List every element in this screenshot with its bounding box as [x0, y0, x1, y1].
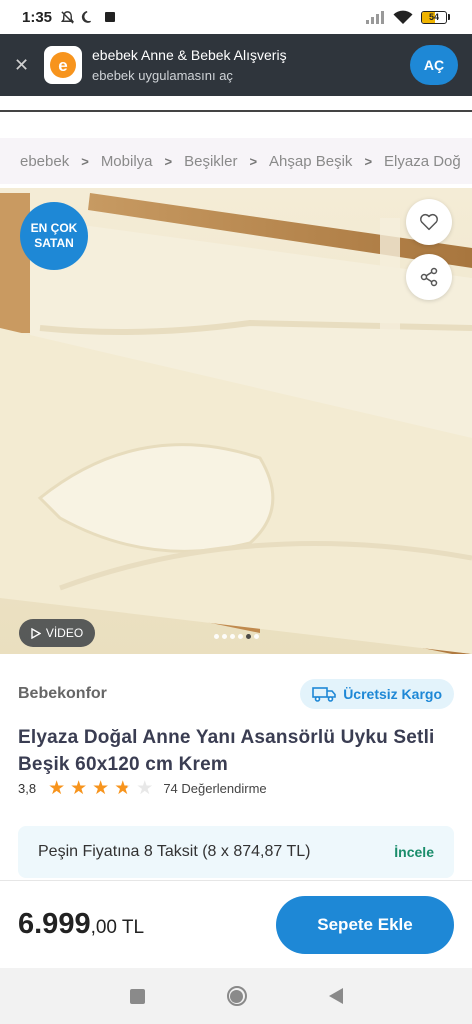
battery-level: 54 — [428, 11, 439, 22]
bell-off-icon — [60, 10, 75, 24]
ebebek-app-logo: e — [44, 46, 82, 84]
chevron-right-icon: > — [81, 153, 89, 169]
star-icon: ★ — [92, 778, 110, 799]
price-main: 6.999 — [18, 908, 91, 940]
free-shipping-label: Ücretsiz Kargo — [343, 686, 442, 702]
gallery-dot[interactable] — [221, 634, 227, 639]
add-to-cart-button[interactable]: Sepete Ekle — [276, 895, 454, 954]
wifi-icon — [393, 10, 413, 24]
gallery-dot[interactable] — [245, 634, 251, 639]
breadcrumb-item-besikler[interactable]: Beşikler — [184, 153, 237, 170]
rating-score: 3,8 — [18, 781, 37, 796]
truck-icon — [312, 687, 336, 702]
open-app-button[interactable]: AÇ — [410, 45, 458, 85]
gallery-dot[interactable] — [253, 634, 259, 639]
breadcrumb: ebebek > Mobilya > Beşikler > Ahşap Beşi… — [0, 138, 472, 184]
rating-stars: ★ ★ ★ ★ ★ — [48, 779, 153, 798]
status-bar: 1:35 54 — [0, 0, 472, 34]
review-count[interactable]: 74 Değerlendirme — [163, 781, 266, 796]
chevron-right-icon: > — [364, 153, 373, 169]
moon-icon — [81, 11, 92, 23]
rating-row[interactable]: 3,8 ★ ★ ★ ★ ★ 74 Değerlendirme — [18, 779, 267, 798]
favorite-button[interactable] — [406, 199, 452, 245]
badge-line1: EN ÇOK — [30, 221, 78, 235]
banner-title: ebebek Anne & Bebek Alışveriş — [92, 47, 287, 63]
brand-name[interactable]: Bebekonfor — [18, 685, 107, 703]
battery-icon: 54 — [421, 10, 450, 24]
app-install-banner: ✕ e ebebek Anne & Bebek Alışveriş ebebek… — [0, 34, 472, 96]
breadcrumb-item-current: Elyaza Doğ — [384, 152, 461, 170]
free-shipping-badge: Ücretsiz Kargo — [300, 679, 454, 709]
brand-row: Bebekonfor Ücretsiz Kargo — [18, 679, 454, 709]
star-icon: ★ — [48, 778, 66, 799]
banner-close-icon[interactable]: ✕ — [14, 55, 36, 76]
notification-square-icon — [105, 12, 116, 22]
signal-icon — [366, 11, 384, 24]
installment-text: Peşin Fiyatına 8 Taksit (8 x 874,87 TL) — [38, 843, 311, 860]
recent-apps-icon[interactable] — [129, 988, 145, 1004]
breadcrumb-item-mobilya[interactable]: Mobilya — [101, 153, 153, 170]
chevron-right-icon: > — [249, 153, 258, 169]
banner-subtitle: ebebek uygulamasını aç — [92, 68, 233, 83]
video-button[interactable]: VİDEO — [19, 619, 95, 647]
badge-line2: SATAN — [34, 236, 74, 250]
gallery-dot[interactable] — [213, 634, 219, 639]
chevron-right-icon: > — [164, 153, 173, 169]
share-icon — [420, 267, 438, 287]
product-price: 6.999,00 TL — [18, 908, 144, 941]
star-icon: ★ — [136, 778, 154, 799]
gallery-dot[interactable] — [237, 634, 243, 639]
home-icon[interactable] — [226, 986, 247, 1006]
gallery-dot[interactable] — [229, 634, 235, 639]
breadcrumb-item-ebebek[interactable]: ebebek — [20, 153, 69, 170]
product-title: Elyaza Doğal Anne Yanı Asansörlü Uyku Se… — [18, 727, 435, 775]
installment-banner[interactable]: Peşin Fiyatına 8 Taksit (8 x 874,87 TL) … — [18, 826, 454, 878]
price-fraction: ,00 TL — [90, 917, 145, 938]
installment-details-link[interactable]: İncele — [394, 844, 434, 860]
system-nav-bar — [0, 968, 472, 1024]
svg-text:e: e — [58, 56, 67, 75]
best-seller-badge: EN ÇOK SATAN — [20, 202, 88, 270]
back-icon[interactable] — [328, 988, 343, 1004]
heart-icon — [420, 213, 438, 231]
header-divider — [0, 96, 472, 112]
purchase-bar: 6.999,00 TL Sepete Ekle — [0, 880, 472, 968]
star-icon: ★ — [70, 778, 88, 799]
share-button[interactable] — [406, 254, 452, 300]
star-icon: ★ — [114, 778, 132, 799]
gallery-pagination — [0, 634, 472, 639]
breadcrumb-item-ahsap-besik[interactable]: Ahşap Beşik — [269, 153, 352, 170]
status-time: 1:35 — [22, 8, 53, 26]
